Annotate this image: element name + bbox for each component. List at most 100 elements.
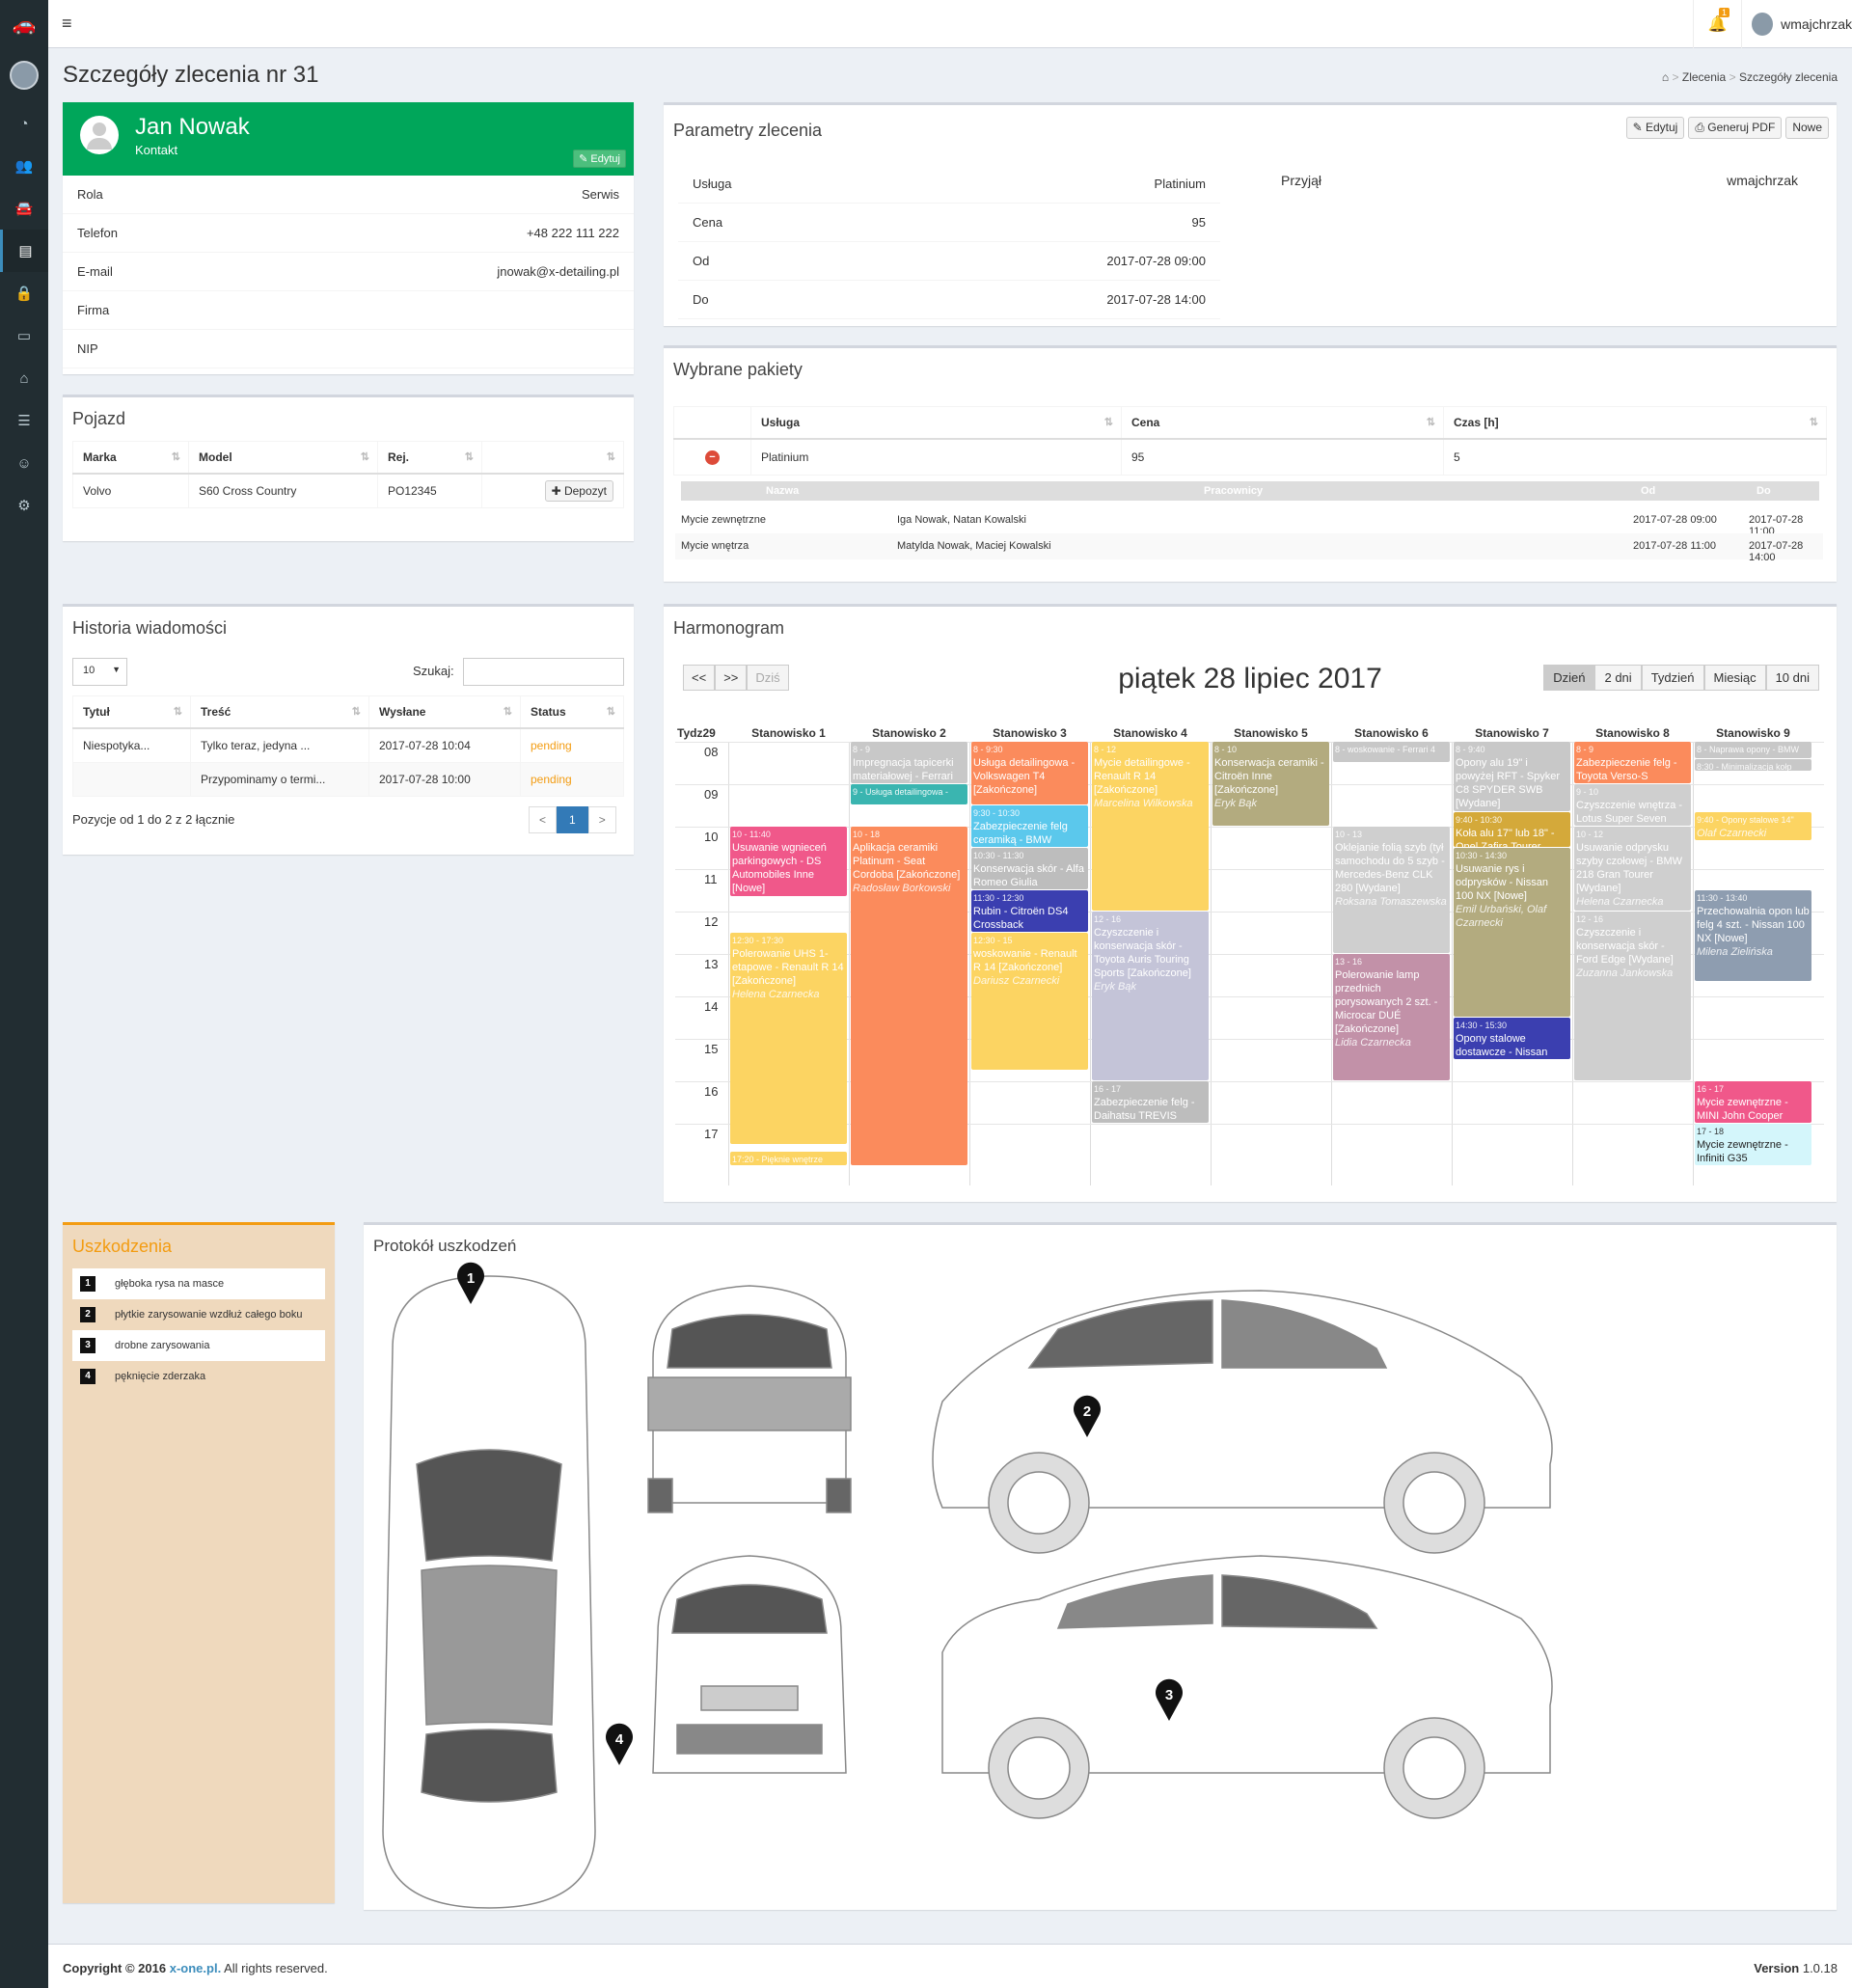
user-menu[interactable]: wmajchrzak [1741,0,1852,48]
contact-edit-button[interactable]: ✎ Edytuj [573,150,626,168]
calendar-event[interactable]: 12 - 16 Czyszczenie i konserwacja skór - … [1574,912,1691,1080]
calendar-event[interactable]: 11:30 - 12:30 Rubin - Citroën DS4 Crossba… [971,890,1088,932]
dashboard-icon[interactable]: ◔ [0,102,48,145]
calendar-event[interactable]: 16 - 17 Zabezpieczenie felg - Daihatsu TR… [1092,1081,1209,1123]
next-page-button[interactable]: > [587,806,616,833]
list-icon[interactable]: ☰ [0,399,48,442]
params-edit-button[interactable]: ✎ Edytuj [1625,117,1685,139]
contact-row: E-mail jnowak@x-detailing.pl [63,253,634,291]
col-price[interactable]: Cena ⇅ [1121,406,1444,440]
calendar-event[interactable]: 12 - 16 Czyszczenie i konserwacja skór - … [1092,912,1209,1080]
calendar-event[interactable]: 9 - 10 Czyszczenie wnętrza - Lotus Super … [1574,784,1691,826]
station-header: Stanowisko 2 [872,726,946,740]
table-row[interactable]: Niespotyka... Tylko teraz, jedyna ... 2017… [72,727,624,763]
damage-item[interactable]: 3 drobne zarysowania [72,1330,325,1361]
hour-label: 13 [704,957,719,971]
hour-label: 17 [704,1127,719,1141]
damage-number: 4 [80,1369,95,1384]
col-sent[interactable]: Wysłane ⇅ [368,695,521,729]
calendar-event[interactable]: 9:40 - Opony stalowe 14" Olaf Czarnecki [1695,812,1811,840]
page-1-button[interactable]: 1 [557,806,588,833]
calendar-event[interactable]: 10:30 - 11:30 Konserwacja skór - Alfa Rom… [971,848,1088,889]
page-size-select[interactable]: 10 ▼ [72,658,127,686]
damage-pin-2[interactable]: 2 [1072,1395,1103,1437]
calendar-event[interactable]: 10 - 18 Aplikacja ceramiki Platinum - Sea… [851,827,967,1165]
collapse-row-icon[interactable]: − [705,450,720,465]
damage-item[interactable]: 4 pęknięcie zderzaka [72,1361,325,1392]
hour-line [675,1081,1824,1082]
calendar-event[interactable]: 8 - 9 Impregnacja tapicerki materiałowej … [851,742,967,783]
lock-icon[interactable]: 🔒 [0,272,48,314]
damage-item[interactable]: 1 głęboka rysa na masce [72,1268,325,1299]
users-icon[interactable]: 👥 [0,145,48,187]
view-4-button[interactable]: 10 dni [1765,665,1819,691]
calendar-event[interactable]: 17:20 - Pięknie wnętrze [730,1152,847,1165]
calendar-event[interactable]: 9 - Usługa detailingowa - [851,784,967,804]
version: Version 1.0.18 [1754,1961,1838,1975]
damage-pin-1[interactable]: 1 [455,1262,486,1304]
calendar-event[interactable]: 17 - 18 Mycie zewnętrzne - Infiniti G35 [1695,1124,1811,1165]
damage-item[interactable]: 2 płytkie zarysowanie wzdłuż całego boku [72,1299,325,1330]
calendar-event[interactable]: 11:30 - 13:40 Przechowalnia opon lub felg… [1695,890,1811,982]
calendar-event[interactable]: 8 - 9:40 Opony alu 19" i powyżej RFT - Sp… [1454,742,1570,812]
vehicle-box: Pojazd Marka ⇅ Model ⇅ Rej. ⇅ ⇅ Volvo S60 C… [63,395,634,541]
monitor-icon[interactable]: ▭ [0,314,48,357]
calendar-event[interactable]: 12:30 - 17:30 Polerowanie UHS 1-etapowe -… [730,933,847,1144]
brand-link[interactable]: x-one.pl. [170,1961,221,1975]
user-icon[interactable]: ☺ [0,442,48,484]
damage-number: 1 [80,1276,95,1292]
home-icon[interactable]: ⌂ [1662,70,1669,84]
prev-page-button[interactable]: < [529,806,558,833]
damage-pin-3[interactable]: 3 [1154,1678,1185,1721]
car-icon[interactable]: 🚘 [0,187,48,230]
cogs-icon[interactable]: ⚙ [0,484,48,527]
col-title[interactable]: Tytuł ⇅ [72,695,191,729]
calendar-event[interactable]: 9:40 - 10:30Koła alu 17" lub 18" - Opel … [1454,812,1570,847]
table-row[interactable]: Przypominamy o termi... 2017-07-28 10:00 p… [72,762,624,797]
calendar-event[interactable]: 8 - 9:30 Usługa detailingowa - Volkswagen… [971,742,1088,804]
calendar-event[interactable]: 8:30 - Minimalizacja kołp [1695,758,1811,771]
view-3-button[interactable]: Miesiąc [1703,665,1766,691]
hamburger-icon[interactable]: ≡ [62,14,72,34]
generate-pdf-button[interactable]: ⎙ Generuj PDF [1688,117,1783,139]
col-model[interactable]: Model ⇅ [188,441,378,475]
col-service[interactable]: Usługa ⇅ [750,406,1122,440]
calendar-event[interactable]: 8 - Naprawa opony - BMW [1695,742,1811,758]
avatar[interactable] [10,61,39,90]
search-label: Szukaj: [413,664,454,678]
new-button[interactable]: Nowe [1785,117,1829,139]
calendar-event[interactable]: 10 - 13 Oklejanie folią szyb (tył samocho… [1333,827,1450,953]
calendar-event[interactable]: 10:30 - 14:30 Usuwanie rys i odprysków - … [1454,848,1570,1017]
view-1-button[interactable]: 2 dni [1594,665,1642,691]
view-0-button[interactable]: Dzień [1543,665,1595,691]
calendar-event[interactable]: 16 - 17 Mycie zewnętrzne - MINI John Coop… [1695,1081,1811,1123]
table-row[interactable]: − Platinium 95 5 [673,438,1827,476]
calendar-event[interactable]: 8 - 12 Mycie detailingowe - Renault R 14 … [1092,742,1209,911]
deposit-button[interactable]: ✚ Depozyt [544,480,613,502]
calendar-event[interactable]: 14:30 - 15:30 Opony stalowe dostawcze - N… [1454,1018,1570,1059]
garage-icon[interactable]: ⌂ [0,357,48,399]
calendar-event[interactable]: 13 - 16 Polerowanie lamp przednich poryso… [1333,954,1450,1080]
calendar-event[interactable]: 10 - 12 Usuwanie odprysku szyby czołowej … [1574,827,1691,911]
document-icon[interactable]: ▤ [0,230,48,272]
col-status[interactable]: Status ⇅ [520,695,624,729]
col-content[interactable]: Treść ⇅ [190,695,369,729]
col-make[interactable]: Marka ⇅ [72,441,189,475]
calendar-event[interactable]: 8 - woskowanie - Ferrari 4 [1333,742,1450,762]
car-logo-icon[interactable]: 🚗 [0,0,48,48]
calendar-event[interactable]: 12:30 - 15 woskowanie - Renault R 14 [Zak… [971,933,1088,1070]
calendar-event[interactable]: 9:30 - 10:30 Zabezpieczenie felg ceramiką… [971,805,1088,847]
calendar-event[interactable]: 10 - 11:40 Usuwanie wgnieceń parkingowych… [730,827,847,897]
notifications-button[interactable]: 🔔 1 [1693,0,1741,48]
search-input[interactable] [463,658,624,686]
calendar-event[interactable]: 8 - 10 Konserwacja ceramiki - Citroën Inn… [1212,742,1329,826]
col-time[interactable]: Czas [h] ⇅ [1443,406,1827,440]
calendar-event[interactable]: 8 - 9 Zabezpieczenie felg - Toyota Verso-… [1574,742,1691,783]
hour-label: 16 [704,1084,719,1099]
col-actions[interactable]: ⇅ [481,441,624,475]
damage-pin-4[interactable]: 4 [604,1723,635,1765]
col-reg[interactable]: Rej. ⇅ [377,441,482,475]
car-diagram[interactable] [364,1271,1837,1913]
breadcrumb-orders[interactable]: Zlecenia [1682,70,1726,84]
view-2-button[interactable]: Tydzień [1641,665,1704,691]
